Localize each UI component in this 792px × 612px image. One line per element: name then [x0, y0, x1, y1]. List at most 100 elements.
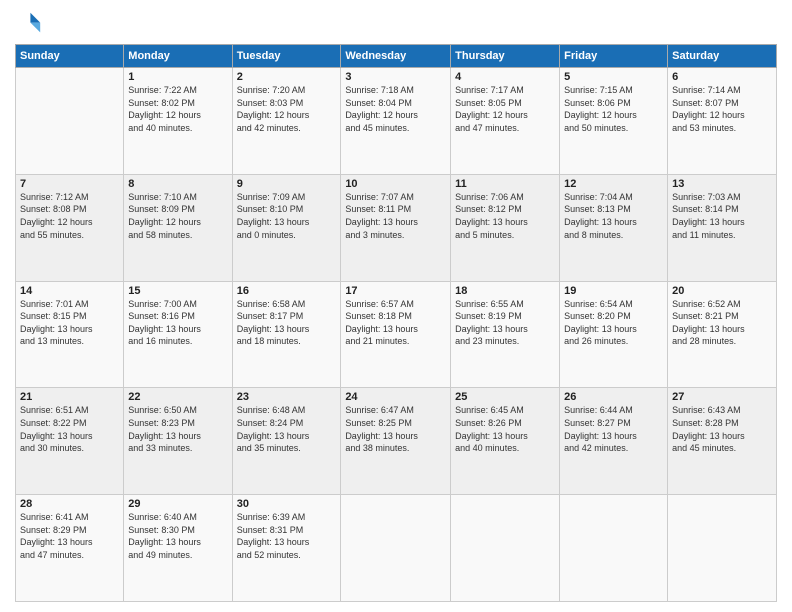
- day-cell: 30Sunrise: 6:39 AM Sunset: 8:31 PM Dayli…: [232, 495, 341, 602]
- day-info: Sunrise: 7:12 AM Sunset: 8:08 PM Dayligh…: [20, 191, 119, 241]
- day-number: 10: [345, 178, 446, 190]
- week-row-1: 1Sunrise: 7:22 AM Sunset: 8:02 PM Daylig…: [16, 68, 777, 175]
- day-cell: [16, 68, 124, 175]
- logo: [15, 10, 47, 38]
- day-cell: 5Sunrise: 7:15 AM Sunset: 8:06 PM Daylig…: [560, 68, 668, 175]
- day-info: Sunrise: 7:06 AM Sunset: 8:12 PM Dayligh…: [455, 191, 555, 241]
- day-cell: [668, 495, 777, 602]
- day-number: 26: [564, 391, 663, 403]
- header-cell-monday: Monday: [124, 45, 232, 68]
- week-row-2: 7Sunrise: 7:12 AM Sunset: 8:08 PM Daylig…: [16, 174, 777, 281]
- header-row: SundayMondayTuesdayWednesdayThursdayFrid…: [16, 45, 777, 68]
- day-info: Sunrise: 7:10 AM Sunset: 8:09 PM Dayligh…: [128, 191, 227, 241]
- day-number: 11: [455, 178, 555, 190]
- day-cell: 23Sunrise: 6:48 AM Sunset: 8:24 PM Dayli…: [232, 388, 341, 495]
- day-cell: 12Sunrise: 7:04 AM Sunset: 8:13 PM Dayli…: [560, 174, 668, 281]
- calendar-table: SundayMondayTuesdayWednesdayThursdayFrid…: [15, 44, 777, 602]
- day-number: 21: [20, 391, 119, 403]
- day-info: Sunrise: 7:22 AM Sunset: 8:02 PM Dayligh…: [128, 84, 227, 134]
- header-cell-wednesday: Wednesday: [341, 45, 451, 68]
- day-number: 7: [20, 178, 119, 190]
- day-cell: 19Sunrise: 6:54 AM Sunset: 8:20 PM Dayli…: [560, 281, 668, 388]
- day-info: Sunrise: 6:54 AM Sunset: 8:20 PM Dayligh…: [564, 298, 663, 348]
- header-cell-thursday: Thursday: [451, 45, 560, 68]
- week-row-4: 21Sunrise: 6:51 AM Sunset: 8:22 PM Dayli…: [16, 388, 777, 495]
- day-info: Sunrise: 7:20 AM Sunset: 8:03 PM Dayligh…: [237, 84, 337, 134]
- day-cell: 28Sunrise: 6:41 AM Sunset: 8:29 PM Dayli…: [16, 495, 124, 602]
- day-cell: [560, 495, 668, 602]
- day-info: Sunrise: 7:18 AM Sunset: 8:04 PM Dayligh…: [345, 84, 446, 134]
- day-number: 13: [672, 178, 772, 190]
- day-info: Sunrise: 6:55 AM Sunset: 8:19 PM Dayligh…: [455, 298, 555, 348]
- day-info: Sunrise: 7:01 AM Sunset: 8:15 PM Dayligh…: [20, 298, 119, 348]
- day-cell: 27Sunrise: 6:43 AM Sunset: 8:28 PM Dayli…: [668, 388, 777, 495]
- day-info: Sunrise: 6:45 AM Sunset: 8:26 PM Dayligh…: [455, 404, 555, 454]
- day-info: Sunrise: 7:00 AM Sunset: 8:16 PM Dayligh…: [128, 298, 227, 348]
- day-number: 22: [128, 391, 227, 403]
- header-cell-friday: Friday: [560, 45, 668, 68]
- day-cell: 4Sunrise: 7:17 AM Sunset: 8:05 PM Daylig…: [451, 68, 560, 175]
- day-number: 28: [20, 498, 119, 510]
- week-row-3: 14Sunrise: 7:01 AM Sunset: 8:15 PM Dayli…: [16, 281, 777, 388]
- day-info: Sunrise: 7:09 AM Sunset: 8:10 PM Dayligh…: [237, 191, 337, 241]
- day-info: Sunrise: 7:07 AM Sunset: 8:11 PM Dayligh…: [345, 191, 446, 241]
- day-number: 19: [564, 285, 663, 297]
- day-cell: 1Sunrise: 7:22 AM Sunset: 8:02 PM Daylig…: [124, 68, 232, 175]
- day-cell: 6Sunrise: 7:14 AM Sunset: 8:07 PM Daylig…: [668, 68, 777, 175]
- day-number: 5: [564, 71, 663, 83]
- day-cell: 9Sunrise: 7:09 AM Sunset: 8:10 PM Daylig…: [232, 174, 341, 281]
- header: [15, 10, 777, 38]
- day-number: 24: [345, 391, 446, 403]
- day-info: Sunrise: 6:43 AM Sunset: 8:28 PM Dayligh…: [672, 404, 772, 454]
- day-cell: [451, 495, 560, 602]
- page: SundayMondayTuesdayWednesdayThursdayFrid…: [0, 0, 792, 612]
- day-info: Sunrise: 7:03 AM Sunset: 8:14 PM Dayligh…: [672, 191, 772, 241]
- day-cell: 7Sunrise: 7:12 AM Sunset: 8:08 PM Daylig…: [16, 174, 124, 281]
- day-cell: 15Sunrise: 7:00 AM Sunset: 8:16 PM Dayli…: [124, 281, 232, 388]
- day-number: 12: [564, 178, 663, 190]
- day-number: 18: [455, 285, 555, 297]
- day-info: Sunrise: 6:52 AM Sunset: 8:21 PM Dayligh…: [672, 298, 772, 348]
- day-info: Sunrise: 6:51 AM Sunset: 8:22 PM Dayligh…: [20, 404, 119, 454]
- day-number: 3: [345, 71, 446, 83]
- day-cell: 20Sunrise: 6:52 AM Sunset: 8:21 PM Dayli…: [668, 281, 777, 388]
- day-info: Sunrise: 6:40 AM Sunset: 8:30 PM Dayligh…: [128, 511, 227, 561]
- calendar-body: 1Sunrise: 7:22 AM Sunset: 8:02 PM Daylig…: [16, 68, 777, 602]
- header-cell-sunday: Sunday: [16, 45, 124, 68]
- calendar-header: SundayMondayTuesdayWednesdayThursdayFrid…: [16, 45, 777, 68]
- day-info: Sunrise: 7:14 AM Sunset: 8:07 PM Dayligh…: [672, 84, 772, 134]
- day-number: 17: [345, 285, 446, 297]
- day-cell: 3Sunrise: 7:18 AM Sunset: 8:04 PM Daylig…: [341, 68, 451, 175]
- header-cell-tuesday: Tuesday: [232, 45, 341, 68]
- day-info: Sunrise: 7:17 AM Sunset: 8:05 PM Dayligh…: [455, 84, 555, 134]
- day-info: Sunrise: 6:44 AM Sunset: 8:27 PM Dayligh…: [564, 404, 663, 454]
- day-number: 6: [672, 71, 772, 83]
- day-number: 20: [672, 285, 772, 297]
- day-number: 1: [128, 71, 227, 83]
- day-number: 9: [237, 178, 337, 190]
- day-info: Sunrise: 6:39 AM Sunset: 8:31 PM Dayligh…: [237, 511, 337, 561]
- day-number: 16: [237, 285, 337, 297]
- day-cell: 11Sunrise: 7:06 AM Sunset: 8:12 PM Dayli…: [451, 174, 560, 281]
- day-cell: [341, 495, 451, 602]
- day-cell: 18Sunrise: 6:55 AM Sunset: 8:19 PM Dayli…: [451, 281, 560, 388]
- day-info: Sunrise: 6:57 AM Sunset: 8:18 PM Dayligh…: [345, 298, 446, 348]
- day-cell: 29Sunrise: 6:40 AM Sunset: 8:30 PM Dayli…: [124, 495, 232, 602]
- day-number: 30: [237, 498, 337, 510]
- day-cell: 17Sunrise: 6:57 AM Sunset: 8:18 PM Dayli…: [341, 281, 451, 388]
- day-cell: 8Sunrise: 7:10 AM Sunset: 8:09 PM Daylig…: [124, 174, 232, 281]
- day-info: Sunrise: 7:04 AM Sunset: 8:13 PM Dayligh…: [564, 191, 663, 241]
- day-cell: 26Sunrise: 6:44 AM Sunset: 8:27 PM Dayli…: [560, 388, 668, 495]
- header-cell-saturday: Saturday: [668, 45, 777, 68]
- logo-icon: [15, 10, 43, 38]
- day-cell: 21Sunrise: 6:51 AM Sunset: 8:22 PM Dayli…: [16, 388, 124, 495]
- day-info: Sunrise: 6:50 AM Sunset: 8:23 PM Dayligh…: [128, 404, 227, 454]
- week-row-5: 28Sunrise: 6:41 AM Sunset: 8:29 PM Dayli…: [16, 495, 777, 602]
- day-cell: 22Sunrise: 6:50 AM Sunset: 8:23 PM Dayli…: [124, 388, 232, 495]
- day-cell: 16Sunrise: 6:58 AM Sunset: 8:17 PM Dayli…: [232, 281, 341, 388]
- day-number: 14: [20, 285, 119, 297]
- day-info: Sunrise: 6:41 AM Sunset: 8:29 PM Dayligh…: [20, 511, 119, 561]
- day-number: 29: [128, 498, 227, 510]
- day-cell: 13Sunrise: 7:03 AM Sunset: 8:14 PM Dayli…: [668, 174, 777, 281]
- day-number: 2: [237, 71, 337, 83]
